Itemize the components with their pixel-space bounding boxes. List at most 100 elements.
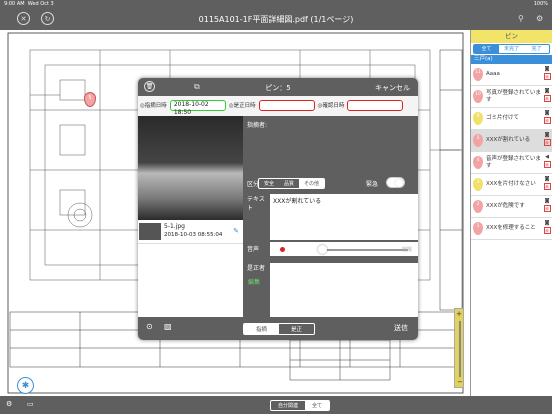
- image-icon[interactable]: ▨: [164, 322, 172, 331]
- pin-list-item[interactable]: 5 XXXが割れている ◙ 未: [471, 130, 552, 152]
- correct-date-label: ◎是正日時: [228, 103, 256, 109]
- photo-date: 2018-10-03 08:55:04: [164, 232, 223, 238]
- photo-list-empty: [138, 244, 243, 317]
- issuer-label: 指摘者:: [247, 122, 268, 129]
- pin-status-area: ◙ 未: [543, 88, 551, 102]
- corrector-field[interactable]: [270, 263, 418, 317]
- corrector-labels: 是正者 編集: [243, 263, 270, 317]
- layers-icon[interactable]: ▭: [27, 400, 34, 408]
- pin-detail-form: 指摘者: 区分 安全 品質 その他 緊急 テキスト XXXが割れている 音声 削…: [243, 116, 418, 317]
- camera-icon: ◙: [544, 110, 550, 116]
- pin-badge: 11: [473, 68, 483, 81]
- bottom-segment: 自分関連 全て: [270, 400, 331, 411]
- status-badge: 未: [543, 205, 551, 212]
- photo-file-row[interactable]: 5-1.jpg 2018-10-03 08:55:04 ✎: [138, 220, 243, 244]
- text-field[interactable]: XXXが割れている: [270, 194, 418, 240]
- bottom-bar: ⚙ ▭ 自分関連 全て: [0, 396, 552, 414]
- pin-status-area: ◙ 未: [543, 176, 551, 190]
- speaker-icon: ◀: [545, 154, 549, 160]
- category-quality[interactable]: 品質: [279, 179, 299, 188]
- audio-row: 音声 削除: [243, 242, 418, 256]
- tab-all[interactable]: 全て: [305, 401, 330, 410]
- footer-segment: 指摘 是正: [243, 323, 316, 335]
- delete-audio-button[interactable]: 削除: [402, 246, 412, 253]
- snowflake-button[interactable]: ✱: [17, 377, 34, 394]
- battery-indicator: 100%: [533, 1, 548, 7]
- pin-text: XXXが割れている: [486, 137, 531, 143]
- camera-icon: ◙: [544, 66, 550, 72]
- tab-mine[interactable]: 自分関連: [271, 401, 305, 410]
- issue-date-field[interactable]: 2018-10-02 18:50: [169, 99, 226, 116]
- audio-label: 音声: [247, 246, 260, 253]
- text-label: テキスト: [247, 196, 265, 212]
- pin-status-area: ◙ 未: [543, 132, 551, 146]
- zoom-out-icon[interactable]: −: [455, 377, 465, 387]
- camera-icon[interactable]: ⊙: [146, 322, 153, 331]
- pin-status-area: ◙ 未: [543, 66, 551, 80]
- status-badge: 未: [543, 73, 551, 80]
- pin-status-area: ◙ 未: [543, 110, 551, 124]
- pin-list-item[interactable]: 2 XXXが危険です ◙ 未: [471, 196, 552, 218]
- status-badge: 未: [543, 95, 551, 102]
- text-row: テキスト XXXが割れている: [243, 194, 418, 240]
- status-badge: 未: [543, 161, 551, 168]
- correct-date-field[interactable]: [258, 99, 315, 111]
- audio-player: 削除: [270, 242, 418, 256]
- zoom-slider[interactable]: + −: [454, 308, 464, 388]
- filter-all[interactable]: 全て: [474, 45, 499, 53]
- category-safety[interactable]: 安全: [259, 179, 279, 188]
- pin-list-panel: ピン 全て 未完了 完了 三戸(a) 11 Aaaa ◙ 未 10 写真が登録されています…: [470, 30, 552, 396]
- category-other[interactable]: その他: [299, 179, 325, 188]
- status-badge: 未: [543, 139, 551, 146]
- camera-icon: ◙: [544, 220, 550, 226]
- status-badge: 未: [543, 117, 551, 124]
- pin-badge: 2: [473, 200, 483, 213]
- filter-complete[interactable]: 完了: [524, 45, 549, 53]
- camera-icon: ◙: [544, 88, 550, 94]
- pin-badge: 9: [473, 112, 483, 125]
- pin-list: 11 Aaaa ◙ 未 10 写真が登録されています ◙ 未 9 ゴミ片付けて ◙ 未 5 XXXが割れて…: [471, 64, 552, 240]
- status-date: Wed Oct 3: [27, 1, 54, 7]
- send-button[interactable]: 送信: [394, 323, 408, 333]
- pin-list-item[interactable]: 1 XXXを修理すること ◙ 未: [471, 218, 552, 240]
- status-badge: 未: [543, 183, 551, 190]
- audio-scrubber[interactable]: [318, 245, 327, 254]
- pin-list-item[interactable]: 3 XXXを片付けなさい ◙ 未: [471, 174, 552, 196]
- pin-icon[interactable]: ⚲: [518, 14, 524, 23]
- pin-list-item[interactable]: 4 音声が登録されています ◀ 未: [471, 152, 552, 174]
- zoom-track[interactable]: [459, 321, 461, 377]
- pin-badge: 10: [473, 90, 483, 103]
- camera-icon: ◙: [544, 132, 550, 138]
- pin-text: 写真が登録されています: [486, 89, 541, 103]
- cancel-button[interactable]: キャンセル: [375, 83, 410, 93]
- photo-preview[interactable]: [138, 116, 243, 220]
- pin-text: Aaaa: [486, 71, 500, 77]
- photo-filename: 5-1.jpg: [164, 223, 185, 230]
- pin-status-area: ◀ 未: [543, 154, 551, 168]
- edit-button[interactable]: 編集: [243, 277, 270, 286]
- corrector-row: 是正者 編集: [243, 263, 418, 317]
- confirm-date-field[interactable]: [347, 99, 404, 111]
- settings-icon[interactable]: ⚙: [6, 400, 12, 408]
- category-segment: 安全 品質 その他: [258, 178, 326, 189]
- photo-thumbnail[interactable]: [139, 223, 161, 240]
- pin-text: XXXが危険です: [486, 203, 525, 209]
- camera-icon: ◙: [544, 176, 550, 182]
- floor-header[interactable]: 三戸(a): [471, 55, 552, 64]
- pin-list-item[interactable]: 11 Aaaa ◙ 未: [471, 64, 552, 86]
- pin-text: 音声が登録されています: [486, 155, 541, 169]
- pin-text: XXXを片付けなさい: [486, 181, 536, 187]
- tab-issue[interactable]: 指摘: [244, 324, 280, 334]
- urgent-toggle[interactable]: [386, 177, 405, 188]
- pin-list-item[interactable]: 10 写真が登録されています ◙ 未: [471, 86, 552, 108]
- zoom-in-icon[interactable]: +: [455, 309, 463, 319]
- filter-incomplete[interactable]: 未完了: [499, 45, 524, 53]
- pencil-icon[interactable]: ✎: [233, 227, 239, 235]
- pin-detail-dialog: 🗑 ⧉ ピン：5 キャンセル ◎指摘日時 2018-10-02 18:50 ◎是…: [138, 78, 418, 340]
- pin-list-item[interactable]: 9 ゴミ片付けて ◙ 未: [471, 108, 552, 130]
- record-icon[interactable]: [280, 247, 285, 252]
- audio-track[interactable]: [320, 249, 408, 251]
- status-time: 9:00 AM: [4, 1, 25, 7]
- gear-icon[interactable]: ⚙: [536, 14, 543, 23]
- tab-correct[interactable]: 是正: [279, 324, 314, 334]
